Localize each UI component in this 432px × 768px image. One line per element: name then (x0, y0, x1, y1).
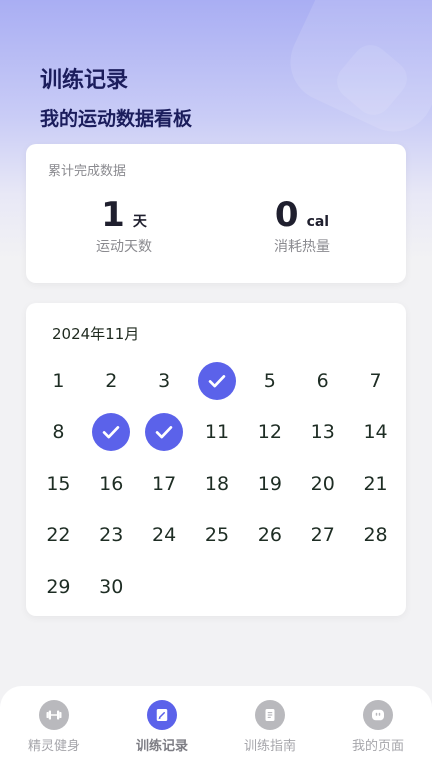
calendar-day[interactable]: 2 (85, 355, 138, 407)
tab-dumbbell[interactable]: 精灵健身 (0, 686, 108, 768)
calendar-day[interactable]: 17 (138, 458, 191, 510)
tab-label: 我的页面 (351, 739, 404, 754)
page-subtitle: 我的运动数据看板 (40, 108, 193, 130)
calendar-day[interactable]: 8 (32, 407, 85, 459)
calendar-day-number: 20 (310, 472, 335, 495)
calendar-day-checked[interactable] (85, 407, 138, 459)
tab-document[interactable]: 训练指南 (216, 686, 324, 768)
calendar-day[interactable]: 14 (349, 407, 402, 459)
calories-value: 0 (274, 195, 299, 235)
calendar-day-number: 1 (52, 369, 65, 392)
exercise-days-stat: 1 天 运动天数 (54, 196, 194, 256)
calendar-day-number: 29 (46, 575, 71, 598)
calendar-day-number: 13 (310, 421, 335, 444)
calendar-day-number: 24 (152, 524, 177, 547)
bottom-tab-bar: 精灵健身 训练记录 训练指南 我的页面 (0, 686, 432, 768)
stats-card-title: 累计完成数据 (48, 164, 127, 179)
calendar-day-checked[interactable] (138, 407, 191, 459)
calendar-day-number: 7 (369, 369, 382, 392)
calendar-day-number: 8 (52, 421, 65, 444)
calendar-day-number: 22 (46, 524, 71, 547)
calendar-day-number: 25 (204, 524, 230, 547)
calendar-day[interactable]: 21 (349, 458, 402, 510)
calendar-day[interactable]: 1 (32, 355, 85, 407)
calendar-day[interactable]: 20 (296, 458, 349, 510)
calendar-day[interactable]: 11 (191, 407, 244, 459)
stats-card: 累计完成数据 1 天 运动天数 0 cal 消耗热量 (26, 144, 406, 283)
calendar-day-number: 17 (152, 472, 177, 495)
calendar-day-number: 2 (105, 369, 118, 392)
calories-label: 消耗热量 (274, 239, 330, 255)
calendar-card: 2024年11月 1 2 3 5 6 7 8 11 12 13 14 15 16 17 18 19 20 21 22… (26, 303, 406, 616)
calendar-day[interactable]: 25 (191, 510, 244, 562)
calendar-day[interactable]: 12 (243, 407, 296, 459)
calendar-day-number: 11 (204, 421, 230, 444)
calendar-day-number: 5 (263, 369, 276, 392)
checkmark-icon (92, 413, 131, 452)
calendar-day[interactable]: 15 (32, 458, 85, 510)
calendar-day-number: 12 (257, 421, 282, 444)
calendar-day-checked[interactable] (191, 355, 244, 407)
exercise-days-value: 1 (101, 195, 125, 235)
page-title: 训练记录 (40, 68, 129, 93)
checkmark-icon (197, 361, 236, 400)
tab-notebook[interactable]: 训练记录 (108, 686, 216, 768)
calendar-day[interactable]: 5 (243, 355, 296, 407)
calendar-day-number: 28 (363, 524, 388, 547)
tab-label: 训练指南 (243, 739, 296, 754)
calendar-day[interactable]: 3 (138, 355, 191, 407)
calendar-grid: 1 2 3 5 6 7 8 11 12 13 14 15 16 17 18 19 20 21 22 23 24 25 26 2… (32, 355, 402, 613)
calendar-day[interactable]: 29 (32, 561, 85, 613)
calendar-day-number: 19 (257, 472, 282, 495)
calendar-month-label: 2024年11月 (52, 325, 140, 343)
calendar-day[interactable]: 7 (349, 355, 402, 407)
calories-stat: 0 cal 消耗热量 (232, 196, 372, 256)
notebook-icon (147, 700, 177, 730)
calendar-day[interactable]: 30 (85, 561, 138, 613)
calendar-day-number: 16 (99, 472, 124, 495)
calendar-day-number: 15 (46, 472, 71, 495)
calendar-day-number: 14 (363, 421, 388, 444)
calendar-day-number: 26 (257, 524, 282, 547)
calendar-day-number: 30 (99, 575, 124, 598)
calendar-day-number: 6 (316, 369, 329, 392)
calendar-day[interactable]: 6 (296, 355, 349, 407)
calendar-day-number: 21 (363, 472, 388, 495)
calendar-day[interactable]: 28 (349, 510, 402, 562)
exercise-days-label: 运动天数 (96, 239, 152, 255)
exercise-days-unit: 天 (132, 214, 147, 230)
calendar-day-number: 23 (99, 524, 124, 547)
calories-unit: cal (306, 214, 330, 230)
tab-label: 精灵健身 (27, 739, 80, 754)
tab-label: 训练记录 (135, 739, 188, 754)
calendar-day[interactable]: 23 (85, 510, 138, 562)
dumbbell-icon (39, 700, 69, 730)
calendar-day[interactable]: 26 (243, 510, 296, 562)
checkmark-icon (145, 413, 184, 452)
calendar-day[interactable]: 24 (138, 510, 191, 562)
calendar-day-number: 27 (310, 524, 335, 547)
document-icon (255, 700, 285, 730)
calendar-day-number: 18 (204, 472, 230, 495)
calendar-day[interactable]: 19 (243, 458, 296, 510)
calendar-day[interactable]: 13 (296, 407, 349, 459)
tab-face[interactable]: 我的页面 (324, 686, 432, 768)
calendar-day[interactable]: 22 (32, 510, 85, 562)
calendar-day[interactable]: 16 (85, 458, 138, 510)
face-icon (363, 700, 393, 730)
calendar-day[interactable]: 27 (296, 510, 349, 562)
calendar-day[interactable]: 18 (191, 458, 244, 510)
calendar-day-number: 3 (158, 369, 171, 392)
